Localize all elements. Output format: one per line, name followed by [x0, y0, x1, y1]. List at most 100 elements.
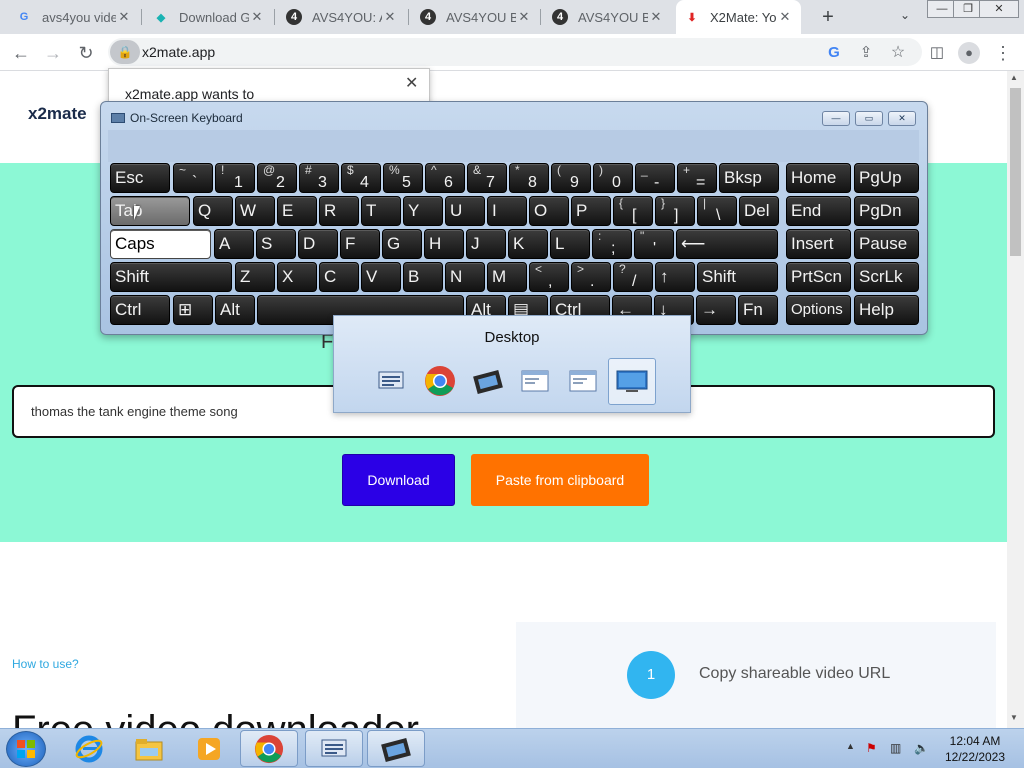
key-shift[interactable]: Shift: [110, 262, 232, 292]
browser-tab[interactable]: ◆ Download G ✕: [145, 0, 273, 34]
key-b[interactable]: B: [403, 262, 443, 292]
taskbar-osk-button[interactable]: [305, 730, 363, 767]
key-8[interactable]: * 8: [509, 163, 549, 193]
browser-tab[interactable]: ⬇ X2Mate: You ✕: [676, 0, 801, 34]
key-d[interactable]: D: [298, 229, 338, 259]
osk-close-button[interactable]: ✕: [888, 111, 916, 126]
key-i[interactable]: I: [487, 196, 527, 226]
address-bar[interactable]: [108, 38, 922, 66]
paste-button[interactable]: Paste from clipboard: [471, 454, 649, 506]
tab-close-icon[interactable]: ✕: [516, 9, 532, 25]
key-4[interactable]: $4: [341, 163, 381, 193]
key-ctrl[interactable]: Ctrl: [110, 295, 170, 325]
browser-tab[interactable]: 4 AVS4YOU: A ✕: [278, 0, 406, 34]
key-esc[interactable]: Esc: [110, 163, 170, 193]
scroll-down-arrow[interactable]: ▼: [1010, 713, 1018, 722]
key-home[interactable]: Home: [786, 163, 851, 193]
osk-restore-button[interactable]: ▭: [855, 111, 883, 126]
key[interactable]: >.: [571, 262, 611, 292]
taskbar-video-editor-button[interactable]: [367, 730, 425, 767]
profile-avatar[interactable]: ●: [958, 42, 980, 64]
key-shift[interactable]: Shift: [697, 262, 778, 292]
key-r[interactable]: R: [319, 196, 359, 226]
start-button[interactable]: [6, 731, 46, 767]
scrollbar-thumb[interactable]: [1010, 88, 1021, 256]
desktop-icon[interactable]: [615, 364, 649, 398]
media-player-icon[interactable]: [180, 730, 238, 767]
key-t[interactable]: T: [361, 196, 401, 226]
download-button[interactable]: Download: [342, 454, 455, 506]
key-s[interactable]: S: [256, 229, 296, 259]
key[interactable]: }]: [655, 196, 695, 226]
forward-icon[interactable]: →: [42, 42, 64, 64]
key-o[interactable]: O: [529, 196, 569, 226]
key-p[interactable]: P: [571, 196, 611, 226]
lock-icon[interactable]: 🔒: [110, 40, 140, 64]
file-explorer-icon[interactable]: [120, 730, 178, 767]
reload-icon[interactable]: ↻: [75, 42, 97, 64]
site-logo[interactable]: x2mate: [28, 104, 87, 124]
key-options[interactable]: Options: [786, 295, 851, 325]
tab-close-icon[interactable]: ✕: [648, 9, 664, 25]
key-k[interactable]: K: [508, 229, 548, 259]
key[interactable]: " ': [634, 229, 674, 259]
key-prtscn[interactable]: PrtScn: [786, 262, 851, 292]
show-hidden-icons-icon[interactable]: ▲: [846, 741, 855, 751]
side-panel-icon[interactable]: ◫: [926, 42, 948, 64]
key-g[interactable]: G: [382, 229, 422, 259]
key-1[interactable]: ! 1: [215, 163, 255, 193]
chrome-icon[interactable]: [423, 364, 457, 398]
action-center-icon[interactable]: ⚑: [866, 741, 877, 755]
taskbar-clock[interactable]: 12:04 AM 12/22/2023: [936, 733, 1014, 765]
key-6[interactable]: ^ 6: [425, 163, 465, 193]
key-pgup[interactable]: PgUp: [854, 163, 919, 193]
network-icon[interactable]: ▥: [890, 741, 901, 755]
key-insert[interactable]: Insert: [786, 229, 851, 259]
key-u[interactable]: U: [445, 196, 485, 226]
key-tab[interactable]: Tab: [110, 196, 190, 226]
key-2[interactable]: @2: [257, 163, 297, 193]
google-icon[interactable]: G: [823, 42, 845, 64]
key-caps[interactable]: Caps: [110, 229, 211, 259]
key-a[interactable]: A: [214, 229, 254, 259]
key-h[interactable]: H: [424, 229, 464, 259]
key[interactable]: ⟵: [676, 229, 778, 259]
key[interactable]: | \: [697, 196, 737, 226]
key-0[interactable]: ) 0: [593, 163, 633, 193]
key[interactable]: →: [696, 295, 736, 325]
key[interactable]: :;: [592, 229, 632, 259]
browser-tab[interactable]: 4 AVS4YOU Be✕: [544, 0, 672, 34]
key-3[interactable]: #3: [299, 163, 339, 193]
bookmark-star-icon[interactable]: ☆: [887, 42, 909, 64]
key-pgdn[interactable]: PgDn: [854, 196, 919, 226]
key-c[interactable]: C: [319, 262, 359, 292]
key-e[interactable]: E: [277, 196, 317, 226]
key[interactable]: {[: [613, 196, 653, 226]
key[interactable]: ? /: [613, 262, 653, 292]
key-del[interactable]: Del: [739, 196, 779, 226]
url-text[interactable]: x2mate.app: [142, 44, 215, 60]
key-q[interactable]: Q: [193, 196, 233, 226]
osk-minimize-button[interactable]: —: [822, 111, 850, 126]
key[interactable]: <,: [529, 262, 569, 292]
key-j[interactable]: J: [466, 229, 506, 259]
how-to-link[interactable]: How to use?: [12, 657, 79, 671]
volume-icon[interactable]: 🔈: [914, 741, 929, 755]
key-pause[interactable]: Pause: [854, 229, 919, 259]
key-help[interactable]: Help: [854, 295, 919, 325]
key-end[interactable]: End: [786, 196, 851, 226]
key-f[interactable]: F: [340, 229, 380, 259]
share-icon[interactable]: ⇪: [855, 42, 877, 64]
key-bksp[interactable]: Bksp: [719, 163, 779, 193]
close-icon[interactable]: ✕: [405, 73, 418, 93]
tab-search-icon[interactable]: ⌄: [896, 8, 914, 26]
key[interactable]: ↑: [655, 262, 695, 292]
key-y[interactable]: Y: [403, 196, 443, 226]
tab-close-icon[interactable]: ✕: [382, 9, 398, 25]
window-thumbnail-icon-2[interactable]: [566, 364, 600, 398]
key-9[interactable]: (9: [551, 163, 591, 193]
key-m[interactable]: M: [487, 262, 527, 292]
video-editor-icon[interactable]: [471, 364, 505, 398]
scroll-up-arrow[interactable]: ▲: [1010, 73, 1018, 82]
key-fn[interactable]: Fn: [738, 295, 778, 325]
